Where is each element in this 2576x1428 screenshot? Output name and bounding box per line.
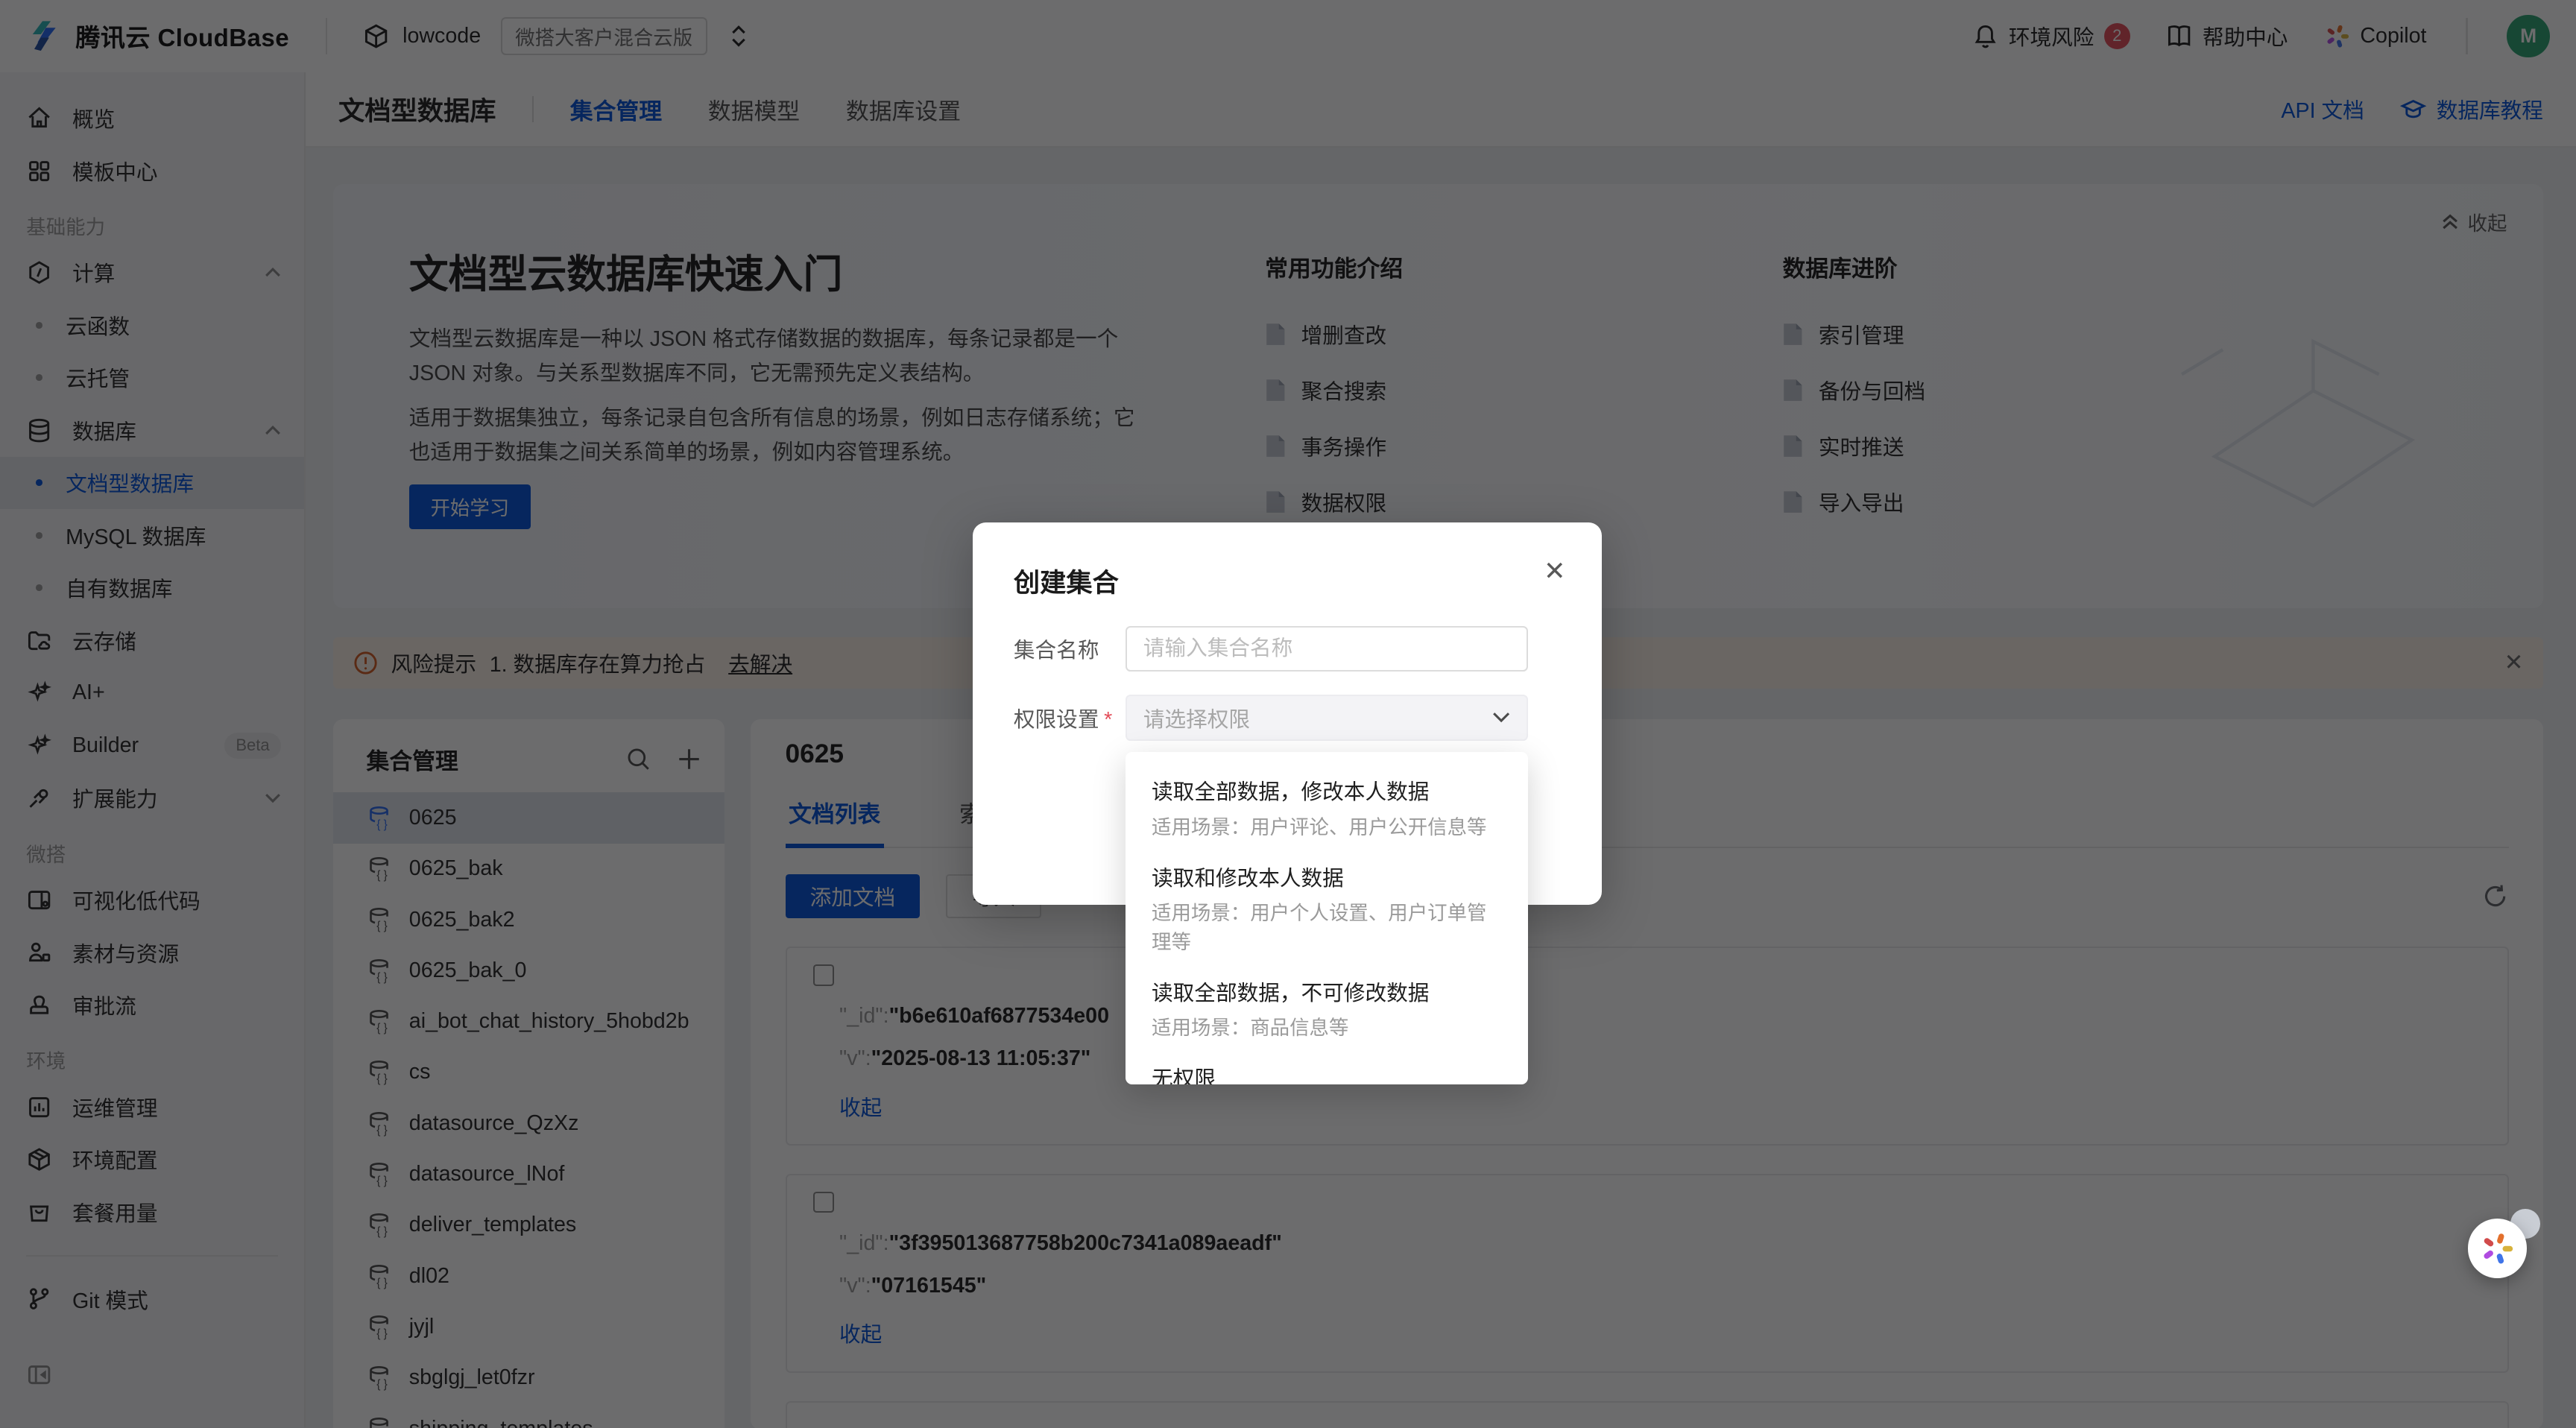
collection-name-input[interactable] <box>1125 625 1528 672</box>
permission-option[interactable]: 读取全部数据，不可修改数据 适用场景：商品信息等 <box>1126 967 1528 1052</box>
copilot-icon <box>2479 1230 2515 1266</box>
permission-placeholder: 请选择权限 <box>1143 707 1251 732</box>
collection-name-label: 集合名称 <box>1013 639 1099 663</box>
close-icon[interactable]: ✕ <box>1544 558 1566 584</box>
permission-option[interactable]: 读取全部数据，修改本人数据 适用场景：用户评论、用户公开信息等 <box>1126 765 1528 851</box>
required-asterisk: * <box>1104 707 1113 732</box>
cloudbase-console: 腾讯云 CloudBase lowcode 微搭大客户混合云版 <box>0 0 2576 1428</box>
modal-title: 创建集合 <box>1013 568 1119 598</box>
permission-select[interactable]: 请选择权限 <box>1125 695 1528 742</box>
permission-option[interactable]: 读取和修改本人数据 适用场景：用户个人设置、用户订单管理等 <box>1126 851 1528 966</box>
copilot-floating-button[interactable] <box>2467 1219 2527 1278</box>
permission-option[interactable]: 无权限 适用场景：后台流水数据等 <box>1126 1052 1528 1084</box>
chevron-down-icon <box>1492 712 1510 723</box>
permission-label: 权限设置 * <box>1013 707 1113 732</box>
permission-dropdown: 读取全部数据，修改本人数据 适用场景：用户评论、用户公开信息等 读取和修改本人数… <box>1125 752 1528 1084</box>
